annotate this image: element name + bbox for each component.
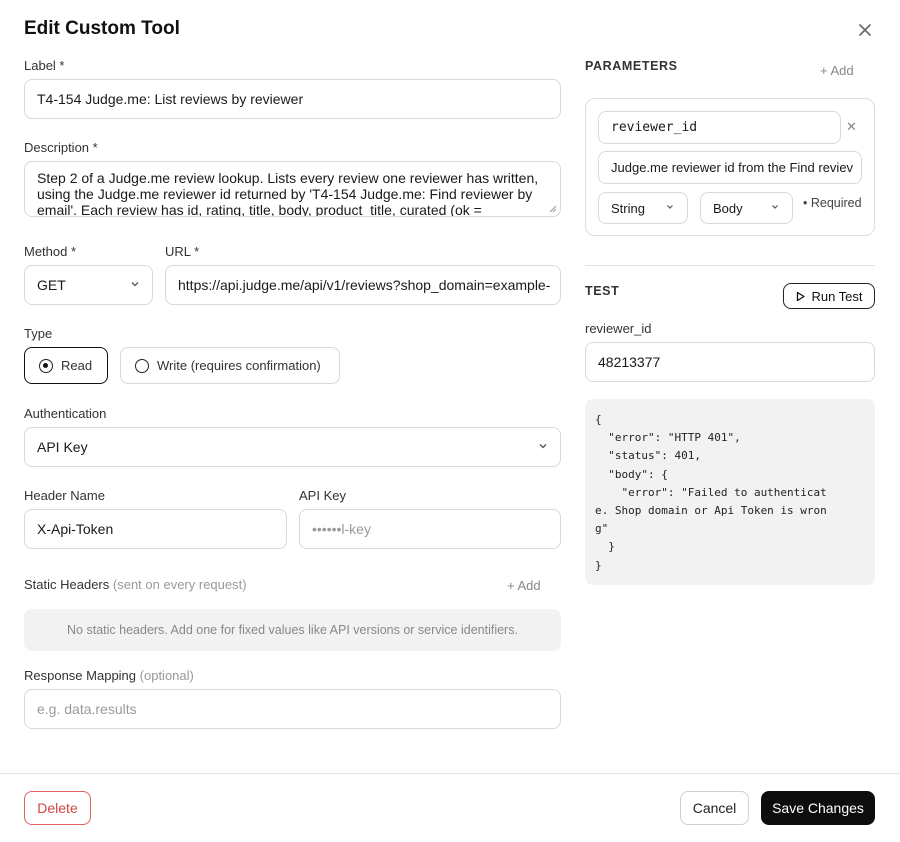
method-select[interactable]: GET [24,265,153,305]
type-field-label: Type [24,326,53,341]
parameter-name-input[interactable]: reviewer_id [598,111,841,144]
parameters-heading: PARAMETERS [585,59,678,73]
static-headers-hint: (sent on every request) [112,577,247,592]
run-test-button[interactable]: Run Test [783,283,875,309]
description-textarea[interactable]: Step 2 of a Judge.me review lookup. List… [24,161,561,217]
delete-button[interactable]: Delete [24,791,91,825]
cancel-button[interactable]: Cancel [680,791,749,825]
parameter-type-select[interactable]: String [598,192,688,224]
type-write-option[interactable]: Write (requires confirmation) [120,347,340,384]
save-changes-button[interactable]: Save Changes [761,791,875,825]
header-name-field-label: Header Name [24,488,105,503]
radio-selected-icon [39,358,53,373]
remove-parameter-icon[interactable]: ✕ [846,119,857,135]
label-input[interactable]: T4-154 Judge.me: List reviews by reviewe… [24,79,561,119]
description-text: Step 2 of a Judge.me review lookup. List… [37,170,539,217]
label-field-label: Label * [24,58,65,73]
chevron-down-icon [131,282,139,287]
static-headers-empty-state: No static headers. Add one for fixed val… [24,609,561,651]
test-output: { "error": "HTTP 401", "status": 401, "b… [585,399,875,585]
parameter-location-value: Body [713,200,743,216]
static-headers-title: Static Headers [24,577,110,592]
test-reviewer-id-input[interactable]: 48213377 [585,342,875,382]
close-icon[interactable] [855,20,875,40]
method-value: GET [37,277,66,293]
response-mapping-title: Response Mapping [24,668,137,683]
type-read-option[interactable]: Read [24,347,108,384]
url-input[interactable]: https://api.judge.me/api/v1/reviews?shop… [165,265,561,305]
parameter-required-toggle[interactable]: • Required [803,196,862,210]
response-mapping-hint: (optional) [139,668,194,683]
dialog-title: Edit Custom Tool [24,18,180,39]
chevron-down-icon [667,205,673,209]
header-name-input[interactable]: X-Api-Token [24,509,287,549]
resize-handle-icon [549,205,557,213]
add-parameter-button[interactable]: + Add [820,63,854,78]
parameter-location-select[interactable]: Body [700,192,793,224]
chevron-down-icon [539,444,547,449]
response-mapping-input[interactable]: e.g. data.results [24,689,561,729]
test-heading: TEST [585,284,620,298]
url-field-label: URL * [165,244,200,259]
description-field-label: Description * [24,140,98,155]
parameter-type-value: String [611,200,645,216]
authentication-value: API Key [37,439,88,455]
response-mapping-label: Response Mapping (optional) [24,668,194,683]
run-test-label: Run Test [811,288,863,304]
radio-unselected-icon [135,358,149,373]
parameter-description-input[interactable]: Judge.me reviewer id from the Find revie… [598,151,862,184]
authentication-select[interactable]: API Key [24,427,561,467]
add-static-header-button[interactable]: + Add [507,578,541,593]
type-write-label: Write (requires confirmation) [157,358,321,373]
edit-custom-tool-dialog: Edit Custom Tool Label * T4-154 Judge.me… [0,0,900,842]
test-input-label: reviewer_id [585,321,652,336]
type-read-label: Read [61,358,93,373]
api-key-field-label: API Key [299,488,346,503]
play-icon [797,291,806,301]
chevron-down-icon [772,205,778,209]
method-field-label: Method * [24,244,77,259]
footer-divider [0,773,900,774]
static-headers-label: Static Headers (sent on every request) [24,577,247,592]
authentication-field-label: Authentication [24,406,107,421]
api-key-input[interactable]: ••••••l-key [299,509,561,549]
section-divider [585,265,875,266]
